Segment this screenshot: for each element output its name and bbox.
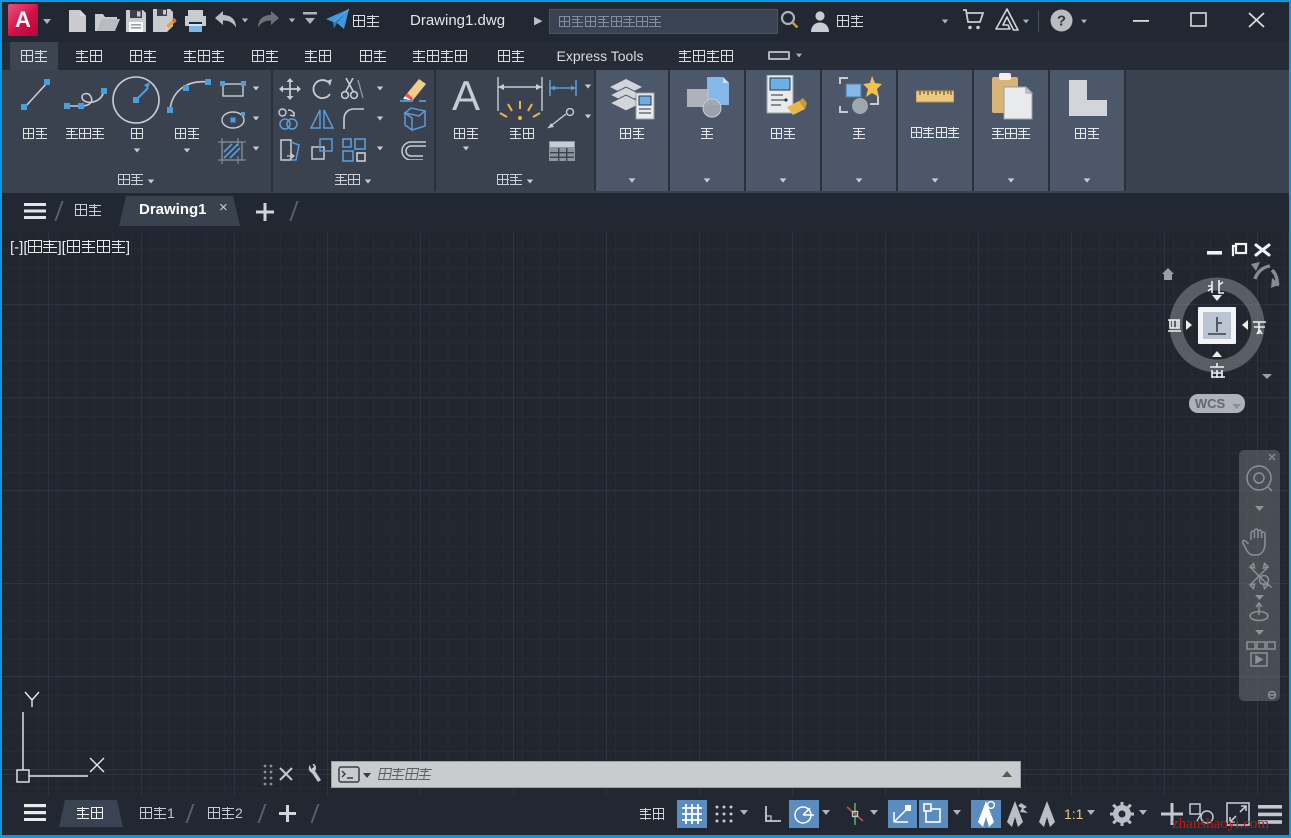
- svg-text:?: ?: [1057, 13, 1066, 30]
- svg-text:WCS: WCS: [1195, 396, 1226, 411]
